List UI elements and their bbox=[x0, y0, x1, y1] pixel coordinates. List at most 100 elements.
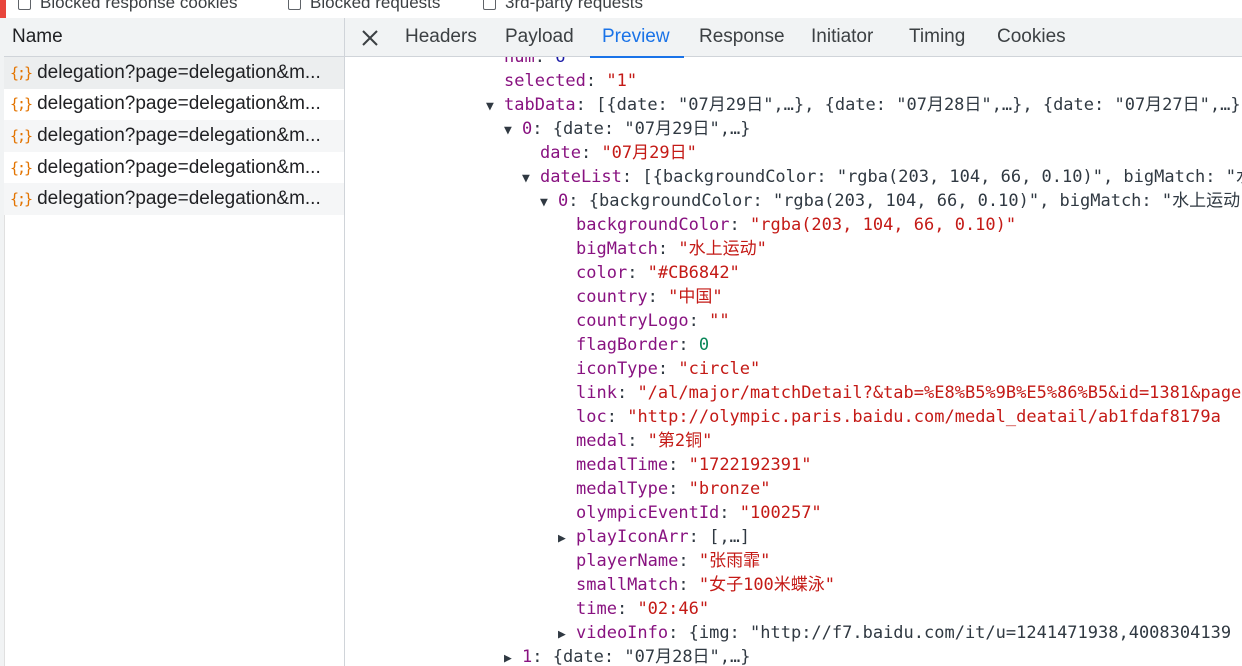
json-key: color bbox=[576, 263, 628, 283]
json-row-field: loc: "http://olympic.paris.baidu.com/med… bbox=[576, 407, 1221, 427]
json-key: olympicEventId bbox=[576, 503, 720, 523]
json-row-field: color: "#CB6842" bbox=[576, 263, 740, 283]
request-list: {;} delegation?page=delegation&m... {;} … bbox=[4, 57, 344, 215]
json-row-field: backgroundColor: "rgba(203, 104, 66, 0.1… bbox=[576, 215, 1017, 235]
filter-label: Blocked requests bbox=[310, 0, 441, 12]
json-value: "女子100米蝶泳" bbox=[698, 575, 836, 595]
filter-label: 3rd-party requests bbox=[505, 0, 643, 12]
expand-triangle-open-icon[interactable]: ▼ bbox=[522, 167, 540, 191]
request-row[interactable]: {;} delegation?page=delegation&m... bbox=[4, 120, 344, 152]
fetch-request-icon: {;} bbox=[10, 158, 33, 177]
json-row-field: bigMatch: "水上运动" bbox=[576, 239, 767, 259]
json-row-field: link: "/al/major/matchDetail?&tab=%E8%B5… bbox=[576, 381, 1242, 405]
filter-bar: Blocked response cookies Blocked request… bbox=[0, 0, 1242, 18]
json-key: 0 bbox=[522, 119, 533, 139]
json-row-datelist[interactable]: ▼ dateList: [{backgroundColor: "rgba(203,… bbox=[522, 165, 1242, 189]
tab-response[interactable]: Response bbox=[699, 18, 785, 57]
json-key: country bbox=[576, 287, 648, 307]
request-name: delegation?page=delegation&m... bbox=[37, 156, 321, 178]
json-value: 6 bbox=[555, 57, 566, 67]
json-value: "circle" bbox=[678, 359, 761, 379]
json-row-field: country: "中国" bbox=[576, 287, 723, 307]
json-row-field: countryLogo: "" bbox=[576, 311, 730, 331]
json-value: "02:46" bbox=[637, 599, 710, 619]
json-key: link bbox=[576, 383, 617, 403]
tab-payload[interactable]: Payload bbox=[505, 18, 574, 57]
json-key: flagBorder bbox=[576, 335, 679, 355]
tab-initiator[interactable]: Initiator bbox=[811, 18, 873, 57]
json-key: time bbox=[576, 599, 617, 619]
expand-triangle-closed-icon[interactable]: ▶ bbox=[558, 623, 576, 647]
json-row-field: medalType: "bronze" bbox=[576, 479, 771, 499]
json-row-item1[interactable]: ▶ 1: {date: "07月28日",…} bbox=[504, 645, 751, 666]
json-key: selected bbox=[504, 71, 586, 91]
json-value: 0 bbox=[698, 335, 710, 355]
json-row-field: time: "02:46" bbox=[576, 599, 710, 619]
json-value: "1" bbox=[606, 71, 638, 91]
tab-headers[interactable]: Headers bbox=[405, 18, 477, 57]
checkbox-icon[interactable] bbox=[483, 0, 496, 10]
json-key: medalType bbox=[576, 479, 669, 499]
devtools-edge-tab bbox=[0, 0, 6, 18]
json-row-datelist-0[interactable]: ▼ 0: {backgroundColor: "rgba(203, 104, 66… bbox=[540, 189, 1242, 213]
json-key: loc bbox=[576, 407, 607, 427]
expand-triangle-closed-icon[interactable]: ▶ bbox=[558, 527, 576, 551]
fetch-request-icon: {;} bbox=[10, 63, 33, 82]
request-row[interactable]: {;} delegation?page=delegation&m... bbox=[4, 88, 344, 121]
json-key: date bbox=[540, 143, 581, 163]
filter-blocked-response-cookies[interactable]: Blocked response cookies bbox=[18, 0, 238, 13]
request-list-pane: Name {;} delegation?page=delegation&m...… bbox=[0, 18, 345, 666]
json-key: medal bbox=[576, 431, 628, 451]
checkbox-icon[interactable] bbox=[18, 0, 31, 10]
json-summary: [{date: "07月29日",…}, {date: "07月28日",…},… bbox=[596, 95, 1241, 115]
expand-triangle-open-icon[interactable]: ▼ bbox=[504, 119, 522, 143]
expand-triangle-closed-icon[interactable]: ▶ bbox=[504, 647, 522, 666]
json-row-field: flagBorder: 0 bbox=[576, 335, 710, 355]
json-row-selected: selected: "1" bbox=[504, 71, 638, 91]
json-row-item0[interactable]: ▼ 0: {date: "07月29日",…} bbox=[504, 117, 751, 141]
close-icon[interactable] bbox=[359, 27, 381, 49]
json-row-field: playerName: "张雨霏" bbox=[576, 551, 771, 571]
filter-blocked-requests[interactable]: Blocked requests bbox=[288, 0, 440, 13]
tab-preview[interactable]: Preview bbox=[590, 18, 684, 58]
name-column-header[interactable]: Name bbox=[4, 18, 344, 57]
json-key: iconType bbox=[576, 359, 658, 379]
json-value: "张雨霏" bbox=[698, 551, 771, 571]
json-row-field-collapsed[interactable]: ▶ videoInfo: {img: "http://f7.baidu.com/i… bbox=[558, 621, 1231, 645]
request-row[interactable]: {;} delegation?page=delegation&m... bbox=[4, 183, 344, 215]
tab-label: Preview bbox=[602, 26, 670, 47]
filter-third-party-requests[interactable]: 3rd-party requests bbox=[483, 0, 643, 13]
tab-cookies[interactable]: Cookies bbox=[997, 18, 1066, 57]
request-row[interactable]: {;} delegation?page=delegation&m... bbox=[4, 151, 344, 184]
expand-triangle-open-icon[interactable]: ▼ bbox=[540, 191, 558, 215]
request-name: delegation?page=delegation&m... bbox=[37, 188, 321, 210]
json-value: "http://olympic.paris.baidu.com/medal_de… bbox=[627, 407, 1221, 427]
json-value: "#CB6842" bbox=[647, 263, 740, 283]
json-key: num bbox=[504, 57, 535, 67]
json-key: videoInfo bbox=[576, 623, 669, 643]
json-value: "07月29日" bbox=[601, 143, 697, 163]
detail-tab-bar: Headers Payload Preview Response Initiat… bbox=[345, 18, 1242, 58]
json-row-tabdata[interactable]: ▼ tabData: [{date: "07月29日",…}, {date: "0… bbox=[486, 93, 1241, 117]
json-key: tabData bbox=[504, 95, 576, 115]
json-summary: [{backgroundColor: "rgba(203, 104, 66, 0… bbox=[642, 167, 1242, 187]
expand-triangle-open-icon[interactable]: ▼ bbox=[486, 95, 504, 119]
json-value: "第2铜" bbox=[647, 431, 713, 451]
json-summary: [,…] bbox=[709, 527, 751, 547]
json-row-field-collapsed[interactable]: ▶ playIconArr: [,…] bbox=[558, 525, 750, 549]
json-preview: num: 6 selected: "1" ▼ tabData: [{date: "… bbox=[345, 57, 1242, 666]
tab-timing[interactable]: Timing bbox=[909, 18, 965, 57]
request-row[interactable]: {;} delegation?page=delegation&m... bbox=[4, 57, 344, 89]
json-key: medalTime bbox=[576, 455, 669, 475]
fetch-request-icon: {;} bbox=[10, 126, 33, 145]
fetch-request-icon: {;} bbox=[10, 190, 33, 209]
json-key: 0 bbox=[558, 191, 569, 211]
checkbox-icon[interactable] bbox=[288, 0, 301, 10]
json-row-field: olympicEventId: "100257" bbox=[576, 503, 822, 523]
json-value: "水上运动" bbox=[678, 239, 767, 259]
json-summary: {backgroundColor: "rgba(203, 104, 66, 0.… bbox=[588, 191, 1242, 211]
json-key: bigMatch bbox=[576, 239, 658, 259]
json-summary: {date: "07月29日",…} bbox=[552, 119, 751, 139]
request-name: delegation?page=delegation&m... bbox=[37, 61, 321, 83]
json-row-date: date: "07月29日" bbox=[540, 143, 697, 163]
